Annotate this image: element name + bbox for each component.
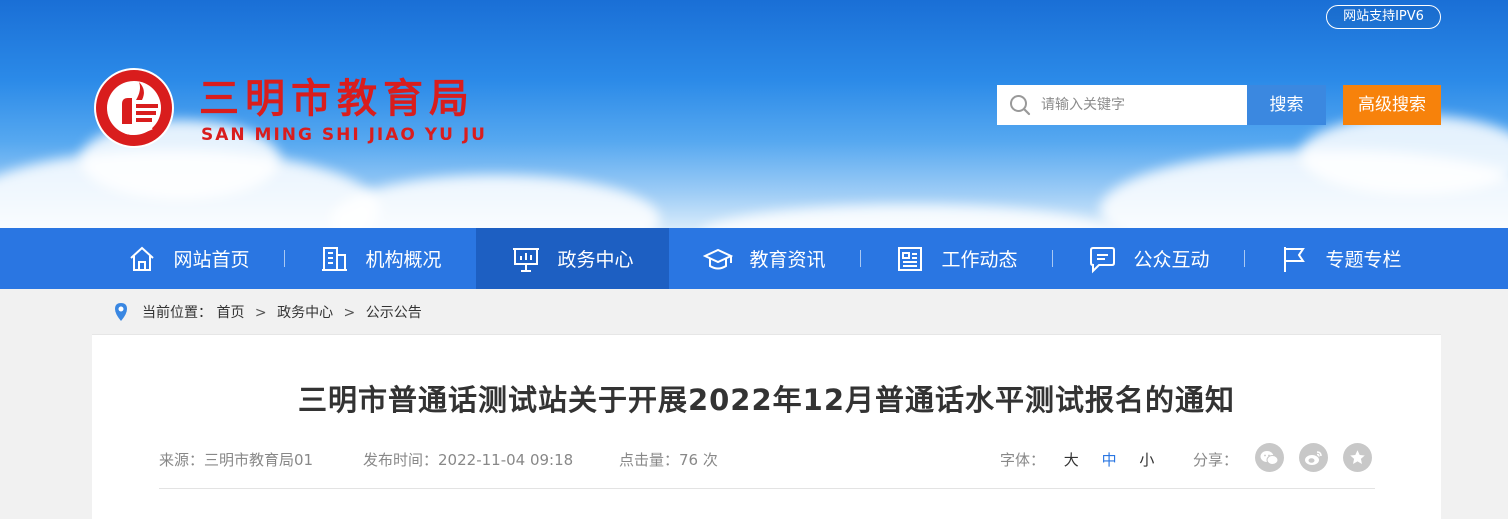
font-size-label: 字体：	[1000, 451, 1046, 469]
news-icon	[898, 246, 923, 271]
nav-label: 机构概况	[365, 249, 442, 271]
breadcrumb-notices-link[interactable]: 公示公告	[366, 305, 422, 321]
favorite-star-icon	[1350, 450, 1365, 464]
cloud-decoration	[330, 175, 660, 228]
site-header: 网站支持IPV6 三明市教育局 SAN MING SHI JIAO YU JU …	[0, 0, 1508, 228]
nav-divider	[860, 250, 861, 267]
nav-label: 教育资讯	[749, 249, 826, 271]
nav-label: 专题专栏	[1325, 249, 1402, 271]
share-weibo-button[interactable]	[1299, 443, 1328, 472]
nav-item-work-news[interactable]: 工作动态	[860, 228, 1053, 289]
article-panel: 当前位置： 首页 > 政务中心 > 公示公告 三明市普通话测试站关于开展2022…	[92, 289, 1441, 519]
article-source: 来源：三明市教育局01	[159, 449, 313, 470]
publish-time-label: 发布时间：	[363, 451, 439, 469]
font-size-switcher: 字体： 大 中 小	[1000, 449, 1172, 470]
nav-label: 政务中心	[557, 249, 634, 271]
flag-icon	[1284, 246, 1306, 272]
main-nav: 网站首页 机构概况 政务中心 教育资讯 工作动态 公众互动 专题专栏	[0, 228, 1508, 289]
views-value: 76 次	[679, 451, 718, 469]
nav-item-home[interactable]: 网站首页	[92, 228, 285, 289]
location-pin-icon	[115, 303, 127, 321]
search-field[interactable]	[997, 85, 1247, 125]
breadcrumb-government-link[interactable]: 政务中心	[277, 305, 333, 321]
nav-item-government[interactable]: 政务中心	[476, 228, 669, 289]
source-label: 来源：	[159, 451, 205, 469]
nav-label: 工作动态	[941, 249, 1018, 271]
chat-icon	[1090, 246, 1116, 273]
breadcrumb-prefix: 当前位置：	[142, 305, 212, 321]
article-title: 三明市普通话测试站关于开展2022年12月普通话水平测试报名的通知	[297, 383, 1236, 417]
cloud-decoration	[700, 205, 1120, 228]
advanced-search-button[interactable]: 高级搜索	[1343, 85, 1441, 125]
breadcrumb-home-link[interactable]: 首页	[216, 305, 244, 321]
font-size-medium[interactable]: 中	[1102, 451, 1117, 469]
article-publish-time: 发布时间：2022-11-04 09:18	[363, 449, 573, 470]
presentation-icon	[513, 247, 540, 272]
site-pinyin: SAN MING SHI JIAO YU JU	[201, 125, 487, 145]
publish-time-value: 2022-11-04 09:18	[438, 451, 574, 469]
nav-item-public-interaction[interactable]: 公众互动	[1052, 228, 1245, 289]
nav-item-education-news[interactable]: 教育资讯	[668, 228, 861, 289]
site-title[interactable]: 三明市教育局	[199, 66, 475, 124]
share-label: 分享：	[1193, 451, 1239, 469]
nav-label: 网站首页	[173, 249, 250, 271]
nav-label: 公众互动	[1133, 249, 1210, 271]
building-icon	[322, 246, 348, 271]
home-icon	[130, 246, 155, 271]
nav-divider	[284, 250, 285, 267]
views-label: 点击量：	[619, 451, 680, 469]
nav-item-special-topics[interactable]: 专题专栏	[1244, 228, 1437, 289]
nav-divider	[1244, 250, 1245, 267]
breadcrumb-separator: >	[343, 305, 356, 321]
search-icon	[1010, 95, 1031, 116]
font-size-large[interactable]: 大	[1064, 451, 1079, 469]
graduation-cap-icon	[703, 248, 734, 269]
site-logo[interactable]	[92, 66, 176, 150]
share-wechat-button[interactable]	[1255, 443, 1284, 472]
source-value: 三明市教育局01	[204, 451, 314, 469]
article-views: 点击量：76 次	[619, 449, 718, 470]
meta-divider	[159, 488, 1375, 489]
search-input[interactable]	[1041, 85, 1241, 125]
nav-divider	[1052, 250, 1053, 267]
wechat-icon	[1260, 450, 1279, 465]
breadcrumb-trail: 当前位置： 首页 > 政务中心 > 公示公告	[142, 289, 422, 337]
nav-item-institution[interactable]: 机构概况	[284, 228, 477, 289]
breadcrumb: 当前位置： 首页 > 政务中心 > 公示公告	[92, 289, 1441, 335]
font-size-small[interactable]: 小	[1139, 451, 1154, 469]
weibo-icon	[1305, 450, 1322, 465]
share-favorite-button[interactable]	[1343, 443, 1372, 472]
breadcrumb-separator: >	[254, 305, 267, 321]
ipv6-badge[interactable]: 网站支持IPV6	[1326, 5, 1441, 29]
search-button[interactable]: 搜索	[1247, 85, 1326, 125]
